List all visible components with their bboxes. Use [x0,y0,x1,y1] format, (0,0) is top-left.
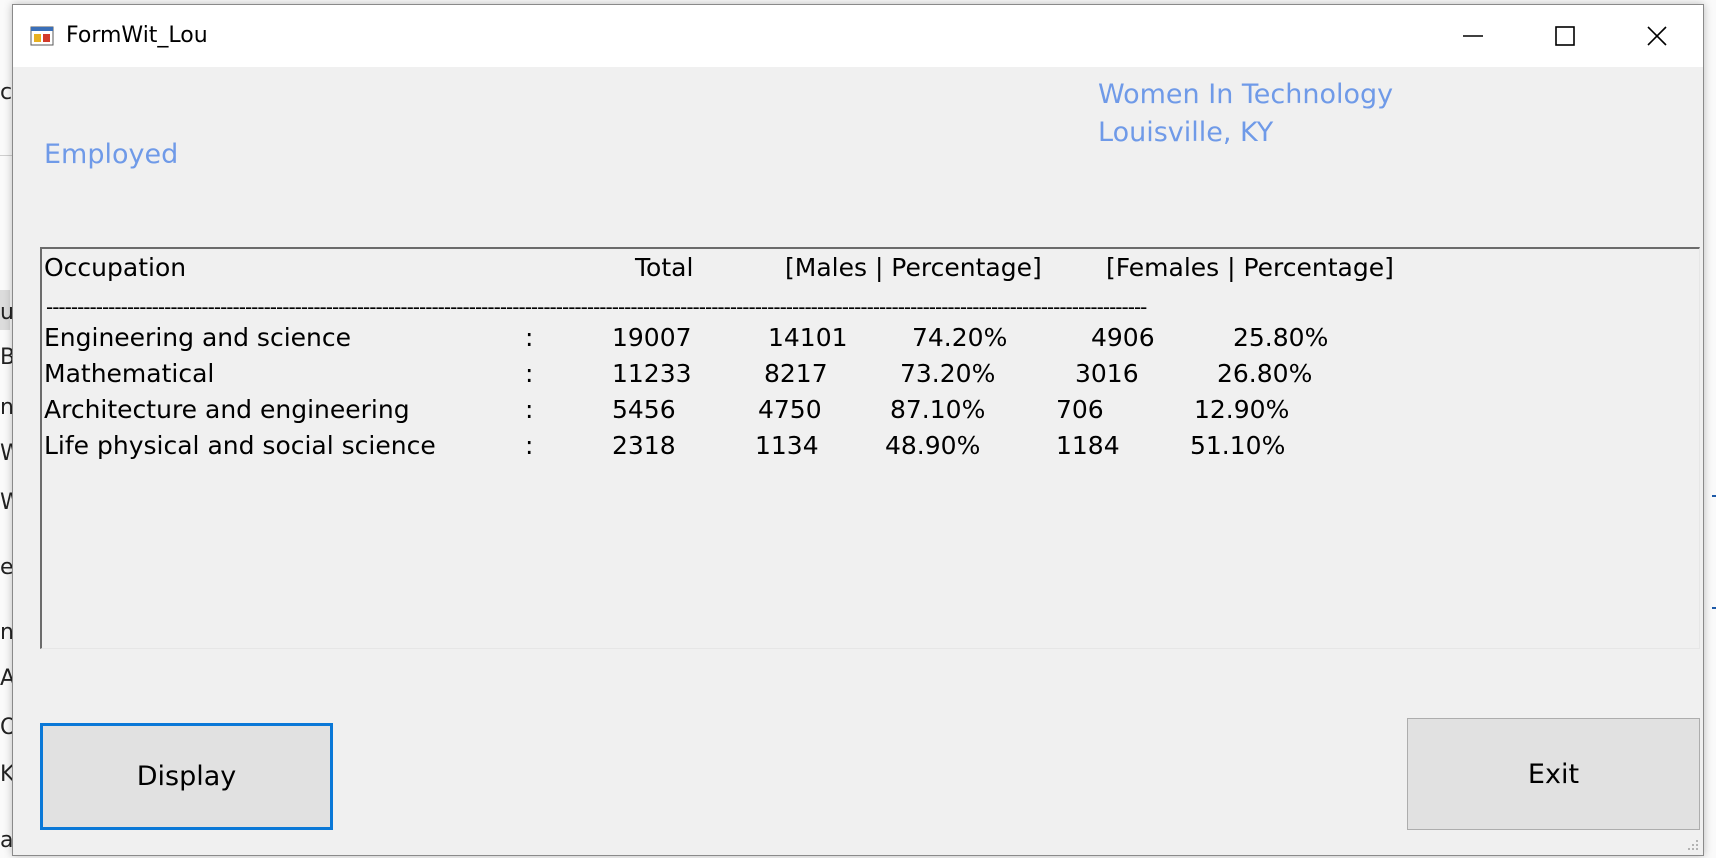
males-cell: 4750 [758,395,822,424]
organization-name-label: Women In Technology [1098,79,1394,110]
total-cell: 5456 [612,395,676,424]
exit-button[interactable]: Exit [1407,718,1700,830]
females-cell: 706 [1056,395,1104,424]
male-percentage-cell: 74.20% [912,323,1008,352]
occupation-cell: Mathematical [44,359,215,388]
background-accent [1712,607,1716,609]
occupation-cell: Life physical and social science [44,431,436,460]
occupation-cell: Architecture and engineering [44,395,410,424]
females-cell: 4906 [1091,323,1155,352]
close-icon [1647,26,1667,46]
separator-cell: : [525,431,534,460]
header-females: [Females | Percentage] [1106,253,1394,282]
males-cell: 8217 [764,359,828,388]
male-percentage-cell: 73.20% [900,359,996,388]
background-accent [1712,495,1716,497]
total-cell: 11233 [612,359,692,388]
close-button[interactable] [1611,5,1703,67]
total-cell: 2318 [612,431,676,460]
separator-cell: : [525,395,534,424]
maximize-button[interactable] [1519,5,1611,67]
separator-cell: : [525,359,534,388]
list-item[interactable]: Architecture and engineering : 5456 4750… [42,393,1699,427]
header-divider: ----------------------------------------… [46,297,1147,317]
male-percentage-cell: 87.10% [890,395,986,424]
listbox-header-row: Occupation Total [Males | Percentage] [F… [42,251,1699,285]
males-cell: 14101 [768,323,848,352]
total-cell: 19007 [612,323,692,352]
header-males: [Males | Percentage] [785,253,1042,282]
background-divider [0,155,12,156]
display-button[interactable]: Display [40,723,333,830]
header-occupation: Occupation [44,253,187,282]
maximize-icon [1555,26,1575,46]
female-percentage-cell: 51.10% [1190,431,1286,460]
minimize-icon [1463,35,1483,37]
males-cell: 1134 [755,431,819,460]
title-bar[interactable]: FormWit_Lou [13,5,1703,67]
form-window: FormWit_Lou Employed Women In Technology… [12,4,1704,856]
female-percentage-cell: 12.90% [1194,395,1290,424]
list-item[interactable]: Mathematical : 11233 8217 73.20% 3016 26… [42,357,1699,391]
females-cell: 3016 [1075,359,1139,388]
list-item[interactable]: Life physical and social science : 2318 … [42,429,1699,463]
employed-label: Employed [44,139,179,170]
window-title: FormWit_Lou [66,23,208,48]
list-item[interactable]: Engineering and science : 19007 14101 74… [42,321,1699,355]
female-percentage-cell: 26.80% [1217,359,1313,388]
minimize-button[interactable] [1427,5,1519,67]
male-percentage-cell: 48.90% [885,431,981,460]
app-form-icon [30,26,54,46]
occupation-cell: Engineering and science [44,323,351,352]
results-listbox[interactable]: Occupation Total [Males | Percentage] [F… [40,247,1700,649]
header-total: Total [635,253,694,282]
females-cell: 1184 [1056,431,1120,460]
female-percentage-cell: 25.80% [1233,323,1329,352]
separator-cell: : [525,323,534,352]
resize-grip-icon[interactable] [1685,837,1699,851]
organization-location-label: Louisville, KY [1098,117,1274,148]
